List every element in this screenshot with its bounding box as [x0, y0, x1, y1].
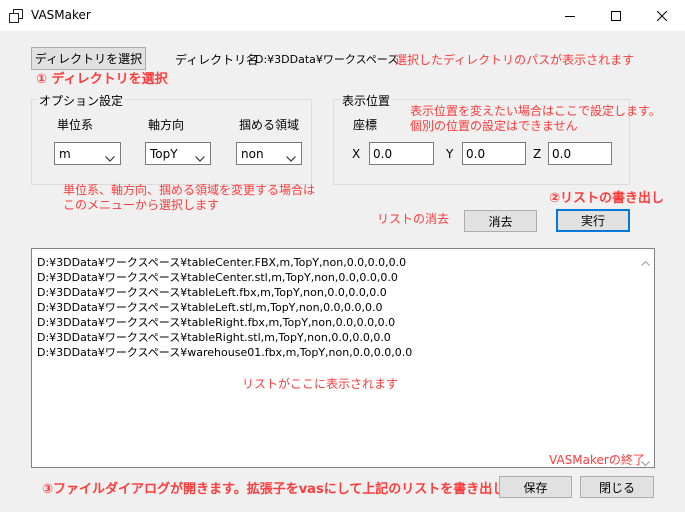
y-coordinate-field[interactable]: [462, 142, 526, 165]
output-list[interactable]: D:¥3DData¥ワークスペース¥tableCenter.FBX,m,TopY…: [31, 248, 655, 468]
x-label: X: [352, 147, 361, 161]
chevron-down-icon: [195, 151, 205, 165]
z-coordinate-input[interactable]: [552, 146, 608, 161]
axis-selected-value: TopY: [150, 147, 178, 161]
list-placeholder-note: リストがここに表示されます: [242, 377, 399, 391]
axis-label: 軸方向: [148, 118, 185, 132]
x-coordinate-field[interactable]: [369, 142, 434, 165]
options-note-line2: このメニューから選択します: [63, 198, 220, 212]
position-note-line2: 個別の位置の設定はできません: [410, 119, 578, 133]
scroll-up-icon[interactable]: [641, 255, 650, 269]
snap-area-dropdown[interactable]: non: [236, 142, 302, 165]
window-app-icon: [9, 9, 23, 23]
minimize-icon: [565, 11, 575, 21]
coordinate-label: 座標: [353, 118, 378, 132]
unit-label: 単位系: [57, 118, 94, 132]
maximize-button[interactable]: [593, 0, 639, 31]
directory-path-value: D:¥3DData¥ワークスペース: [255, 53, 399, 66]
close-button[interactable]: 閉じる: [580, 476, 654, 498]
chevron-down-icon: [105, 151, 115, 165]
directory-name-label: ディレクトリ名: [175, 53, 259, 67]
position-group-title: 表示位置: [340, 92, 393, 109]
list-item[interactable]: D:¥3DData¥ワークスペース¥tableLeft.stl,m,TopY,n…: [37, 299, 383, 315]
snap-area-label: 掴める領域: [239, 118, 300, 132]
chevron-down-icon: [286, 151, 296, 165]
save-button[interactable]: 保存: [499, 476, 572, 498]
z-coordinate-field[interactable]: [548, 142, 612, 165]
unit-dropdown[interactable]: m: [54, 142, 121, 165]
step3-note: ③ファイルダイアログが開きます。拡張子をvasにして上記のリストを書き出します: [42, 482, 532, 497]
exit-note: VASMakerの終了: [549, 453, 645, 467]
close-window-button[interactable]: [639, 0, 685, 31]
snap-area-selected-value: non: [241, 147, 264, 161]
directory-path-note: 選択したディレクトリのパスが表示されます: [395, 53, 635, 67]
axis-dropdown[interactable]: TopY: [145, 142, 211, 165]
options-group-title: オプション設定: [37, 92, 126, 109]
select-directory-button[interactable]: ディレクトリを選択: [31, 47, 146, 70]
z-label: Z: [533, 147, 542, 161]
window-title: VASMaker: [31, 8, 91, 22]
y-coordinate-input[interactable]: [466, 146, 522, 161]
list-item[interactable]: D:¥3DData¥ワークスペース¥warehouse01.fbx,m,TopY…: [37, 344, 412, 360]
clear-list-note: リストの消去: [377, 212, 450, 226]
title-bar[interactable]: VASMaker: [0, 0, 685, 31]
unit-selected-value: m: [59, 147, 71, 161]
list-item[interactable]: D:¥3DData¥ワークスペース¥tableCenter.stl,m,TopY…: [37, 269, 398, 285]
close-icon: [657, 10, 667, 21]
step2-note: ②リストの書き出し: [549, 191, 665, 206]
clear-button[interactable]: 消去: [464, 210, 537, 232]
minimize-button[interactable]: [547, 0, 593, 31]
list-item[interactable]: D:¥3DData¥ワークスペース¥tableLeft.fbx,m,TopY,n…: [37, 284, 387, 300]
x-coordinate-input[interactable]: [373, 146, 429, 161]
run-button[interactable]: 実行: [556, 209, 630, 232]
list-item[interactable]: D:¥3DData¥ワークスペース¥tableCenter.FBX,m,TopY…: [37, 254, 406, 270]
step1-note: ① ディレクトリを選択: [36, 72, 168, 87]
list-item[interactable]: D:¥3DData¥ワークスペース¥tableRight.fbx,m,TopY,…: [37, 314, 395, 330]
list-item[interactable]: D:¥3DData¥ワークスペース¥tableRight.stl,m,TopY,…: [37, 329, 391, 345]
maximize-icon: [611, 10, 621, 21]
list-scrollbar[interactable]: [637, 249, 654, 467]
y-label: Y: [446, 147, 454, 161]
